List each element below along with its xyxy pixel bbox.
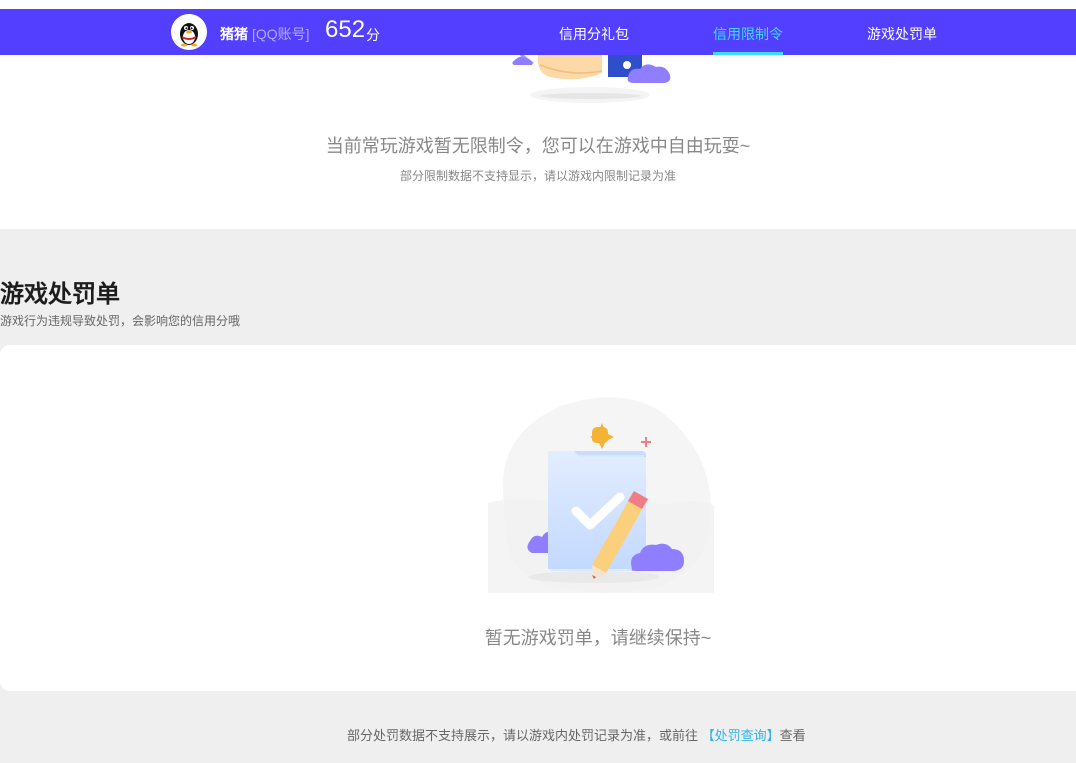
qq-penguin-icon [171, 14, 207, 50]
footer-note: 部分处罚数据不支持展示，请以游戏内处罚记录为准，或前往 【处罚查询】查看 [347, 725, 806, 744]
avatar[interactable] [171, 14, 207, 50]
tab-credit-gift[interactable]: 信用分礼包 [559, 24, 629, 44]
footer-note-prefix: 部分处罚数据不支持展示，请以游戏内处罚记录为准，或前往 [347, 728, 699, 743]
restriction-empty-message: 当前常玩游戏暂无限制令，您可以在游戏中自由玩耍~ [325, 136, 751, 156]
section-title: 游戏处罚单 [0, 281, 120, 308]
restriction-card: 当前常玩游戏暂无限制令，您可以在游戏中自由玩耍~ 部分限制数据不支持显示，请以游… [0, 55, 1076, 229]
username: 猪猪 [220, 26, 248, 42]
credit-score: 652 [325, 16, 366, 43]
tab-game-penalty[interactable]: 游戏处罚单 [867, 24, 937, 44]
top-navbar: 猪猪 [QQ账号] 652 分 信用分礼包 信用限制令 游戏处罚单 [0, 9, 1076, 55]
penalty-empty-message: 暂无游戏罚单，请继续保持~ [484, 628, 712, 648]
top-strip [0, 0, 1076, 9]
hand-card-icon [512, 55, 671, 103]
penalty-query-link[interactable]: 【处罚查询】 [702, 728, 780, 743]
section-subtitle: 游戏行为违规导致处罚，会影响您的信用分哦 [0, 314, 241, 328]
credit-page: 猪猪 [QQ账号] 652 分 信用分礼包 信用限制令 游戏处罚单 当前常玩游戏… [0, 0, 1076, 763]
clipboard-pencil-check-icon [488, 397, 714, 593]
tab-credit-restriction[interactable]: 信用限制令 [713, 24, 783, 44]
account-type-label: [QQ账号] [252, 26, 310, 42]
credit-score-unit: 分 [366, 27, 380, 43]
restriction-note: 部分限制数据不支持显示，请以游戏内限制记录为准 [399, 169, 676, 183]
penalty-card: 暂无游戏罚单，请继续保持~ [0, 345, 1076, 691]
footer-note-suffix: 查看 [779, 728, 806, 743]
